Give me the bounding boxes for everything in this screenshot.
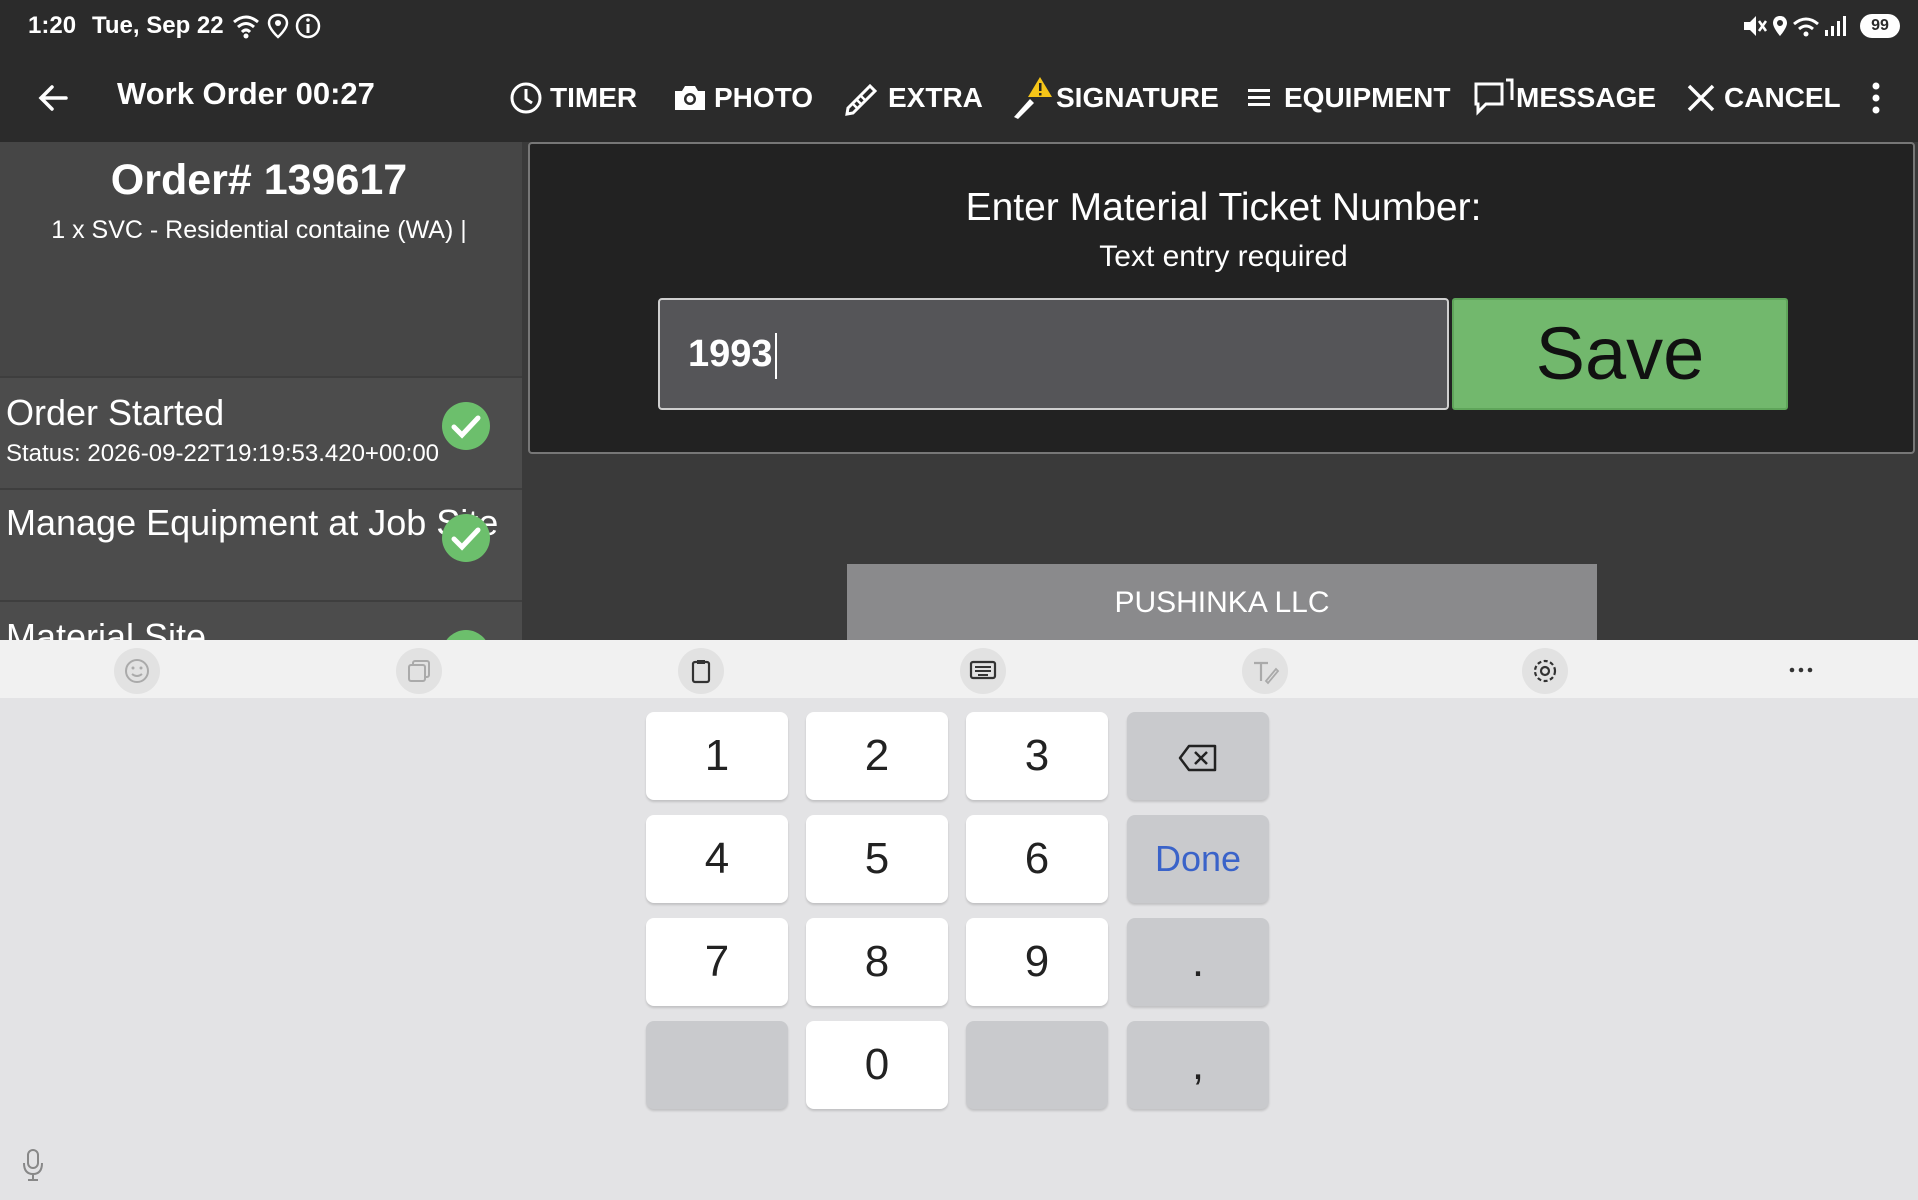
handwriting-icon[interactable] — [1242, 648, 1288, 694]
ticket-number-input[interactable]: 1993 — [658, 298, 1449, 410]
company-button[interactable]: PUSHINKA LLC — [847, 564, 1597, 640]
text-caret — [774, 332, 777, 379]
step-title: Material Site — [6, 616, 207, 640]
key-5[interactable]: 5 — [806, 815, 948, 903]
blank-key-left — [646, 1021, 788, 1109]
backspace-icon — [1178, 745, 1217, 772]
step-status: Status: 2026-09-22T19:19:53.420+00:00 — [6, 440, 440, 467]
order-description: 1 x SVC - Residential containe (WA) | — [51, 216, 467, 244]
clipboard-icon[interactable] — [678, 648, 724, 694]
key-9[interactable]: 9 — [966, 918, 1108, 1006]
step-title: Order Started — [6, 392, 225, 433]
keyboard-layout-icon[interactable] — [960, 648, 1006, 694]
info-icon — [295, 13, 321, 39]
pencil-icon — [845, 83, 878, 116]
done-key[interactable]: Done — [1127, 815, 1269, 903]
numeric-keyboard: 1 2 3 4 5 6 Done 7 8 9 . 0 , — [0, 698, 1918, 1200]
dialog-title: Enter Material Ticket Number: — [965, 186, 1482, 229]
message-button[interactable]: MESSAGE — [1472, 76, 1656, 120]
wifi-icon — [233, 15, 259, 39]
key-7[interactable]: 7 — [646, 918, 788, 1006]
cancel-button[interactable]: CANCEL — [1684, 76, 1841, 120]
emoji-icon[interactable] — [114, 648, 160, 694]
equipment-label: EQUIPMENT — [1284, 82, 1451, 113]
key-0[interactable]: 0 — [806, 1021, 948, 1109]
step-manage-equipment[interactable]: Manage Equipment at Job Site — [0, 488, 522, 600]
signature-button[interactable]: SIGNATURE — [1010, 76, 1219, 120]
dialog-subtitle: Text entry required — [1099, 240, 1348, 273]
settings-gear-icon[interactable] — [1522, 648, 1568, 694]
comma-key[interactable]: , — [1127, 1021, 1269, 1109]
check-icon — [442, 514, 490, 562]
signal-icon — [1825, 16, 1846, 36]
status-time: 1:20 — [28, 12, 77, 39]
photo-label: PHOTO — [714, 82, 814, 113]
microphone-icon[interactable] — [20, 1148, 46, 1182]
extra-label: EXTRA — [888, 82, 983, 113]
order-header: Order# 139617 1 x SVC - Residential cont… — [0, 142, 526, 376]
camera-icon — [675, 86, 705, 110]
key-4[interactable]: 4 — [646, 815, 788, 903]
close-icon — [1687, 84, 1715, 112]
step-title: Manage Equipment at Job Site — [6, 502, 499, 543]
save-button[interactable]: Save — [1452, 298, 1788, 410]
step-material-site[interactable]: Material Site — [0, 600, 522, 640]
message-icon — [1474, 78, 1514, 116]
list-icon — [1248, 89, 1270, 106]
clock-icon — [510, 82, 542, 114]
period-key[interactable]: . — [1127, 918, 1269, 1006]
back-arrow-icon[interactable] — [34, 76, 74, 120]
equipment-button[interactable]: EQUIPMENT — [1244, 76, 1450, 120]
more-horiz-icon[interactable] — [1786, 656, 1816, 684]
battery-indicator: 99 — [1860, 14, 1900, 38]
key-6[interactable]: 6 — [966, 815, 1108, 903]
photo-button[interactable]: PHOTO — [672, 76, 813, 120]
key-1[interactable]: 1 — [646, 712, 788, 800]
sticker-icon[interactable] — [396, 648, 442, 694]
mute-vibrate-icon — [1744, 16, 1768, 36]
order-panel: Order# 139617 1 x SVC - Residential cont… — [0, 142, 526, 640]
blank-key-right — [966, 1021, 1108, 1109]
page-title: Work Order 00:27 — [117, 76, 375, 111]
more-vert-icon[interactable] — [1870, 78, 1882, 118]
status-bar: 1:20 Tue, Sep 22 99 — [0, 0, 1918, 54]
app-bar: Work Order 00:27 TIMER PHOTO EXTRA SIGNA… — [0, 54, 1918, 142]
check-icon — [442, 630, 490, 640]
backspace-key[interactable] — [1127, 712, 1269, 800]
key-3[interactable]: 3 — [966, 712, 1108, 800]
signature-warning-icon — [1014, 77, 1052, 119]
step-order-started[interactable]: Order Started Status: 2026-09-22T19:19:5… — [0, 376, 522, 488]
message-label: MESSAGE — [1516, 82, 1657, 113]
wifi-small-icon — [1793, 17, 1819, 37]
extra-button[interactable]: EXTRA — [842, 76, 983, 120]
check-icon — [442, 402, 490, 450]
timer-button[interactable]: TIMER — [508, 76, 637, 120]
keyboard-toolbar — [0, 640, 1918, 698]
status-date: Tue, Sep 22 — [92, 12, 224, 39]
timer-label: TIMER — [550, 82, 638, 113]
signature-label: SIGNATURE — [1056, 82, 1219, 113]
key-2[interactable]: 2 — [806, 712, 948, 800]
location-small-icon — [1773, 16, 1787, 36]
cancel-label: CANCEL — [1724, 82, 1841, 113]
input-value: 1993 — [688, 333, 773, 375]
key-8[interactable]: 8 — [806, 918, 948, 1006]
location-icon — [267, 13, 289, 39]
ticket-number-dialog: Enter Material Ticket Number: Text entry… — [528, 142, 1915, 454]
order-number: Order# 139617 — [110, 156, 408, 204]
